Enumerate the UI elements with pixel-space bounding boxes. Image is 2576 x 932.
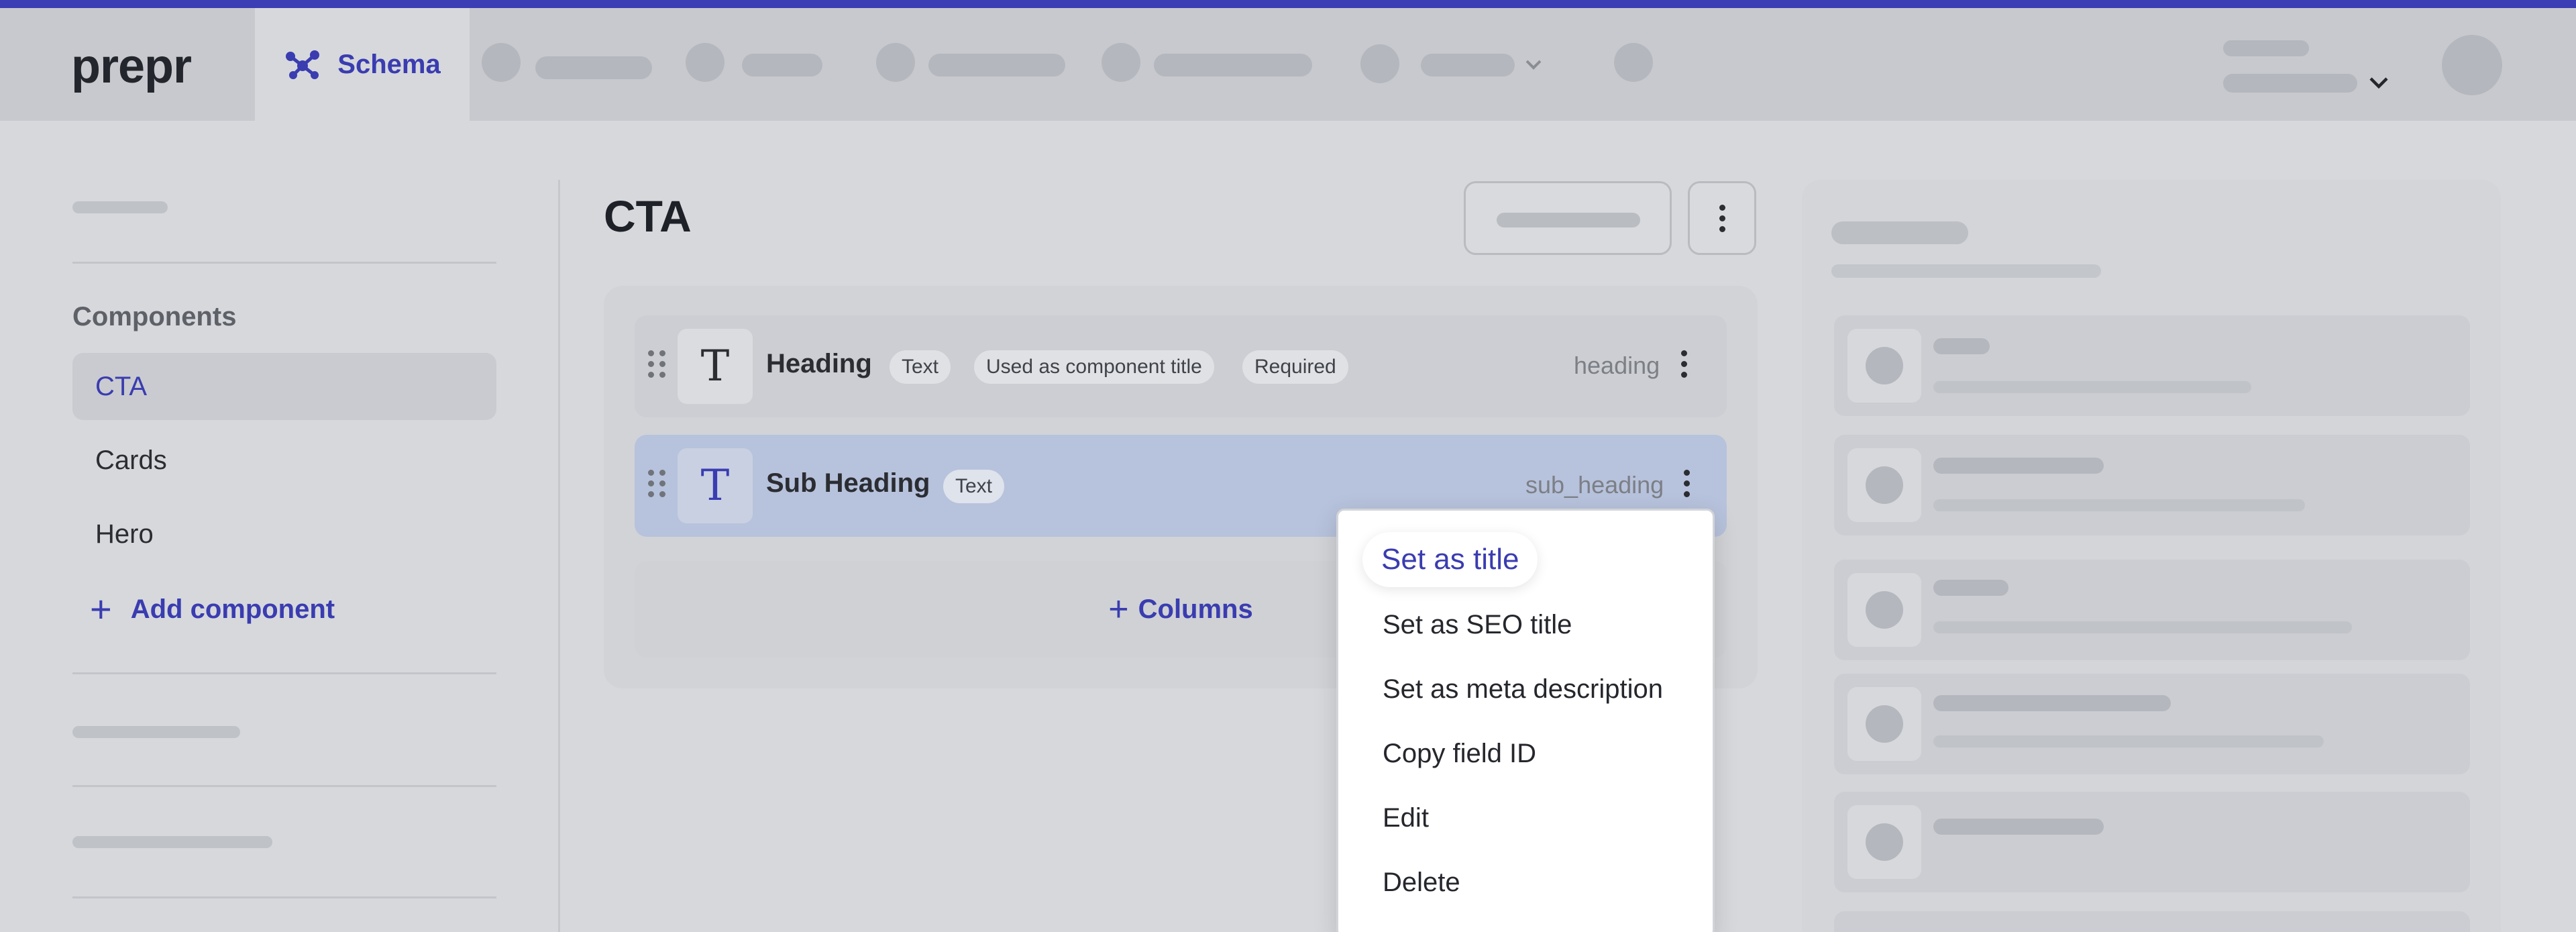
field-type-badge: Text xyxy=(890,350,951,384)
prepr-logo[interactable]: prepr xyxy=(71,39,192,94)
sidebar-item-hero[interactable]: Hero xyxy=(72,501,496,568)
item-placeholder xyxy=(1933,338,1990,354)
panel-placeholder xyxy=(1831,221,1968,244)
item-placeholder xyxy=(1933,381,2251,393)
divider xyxy=(72,262,496,264)
item-thumbnail xyxy=(1847,687,1921,761)
field-more-button[interactable] xyxy=(1684,470,1690,497)
user-placeholder xyxy=(2223,40,2309,56)
list-item[interactable] xyxy=(1834,560,2470,660)
page-title: CTA xyxy=(604,191,692,241)
nav-placeholder xyxy=(1154,54,1312,76)
chevron-down-icon[interactable] xyxy=(2368,75,2390,90)
sidebar-item-label: Hero xyxy=(95,519,154,549)
divider xyxy=(72,672,496,674)
nav-placeholder-icon xyxy=(1360,44,1399,83)
kebab-icon xyxy=(1681,350,1687,378)
sidebar-item-cards[interactable]: Cards xyxy=(72,427,496,494)
tab-schema[interactable]: Schema xyxy=(255,8,470,121)
item-thumbnail xyxy=(1847,573,1921,647)
item-placeholder xyxy=(1933,499,2305,511)
item-thumbnail xyxy=(1847,448,1921,522)
tab-schema-label: Schema xyxy=(337,49,441,79)
nav-placeholder xyxy=(535,56,652,79)
button-placeholder xyxy=(1497,213,1640,227)
nav-placeholder-icon xyxy=(686,43,724,82)
plus-icon: + xyxy=(90,588,112,630)
nav-placeholder xyxy=(928,54,1065,76)
field-badge-required: Required xyxy=(1242,350,1348,384)
panel-placeholder xyxy=(1831,264,2101,278)
text-type-icon: T xyxy=(678,329,753,404)
list-item[interactable] xyxy=(1834,792,2470,892)
avatar[interactable] xyxy=(2442,35,2502,95)
panel-divider xyxy=(558,180,560,932)
list-item[interactable] xyxy=(1834,315,2470,416)
divider xyxy=(72,785,496,787)
more-options-button[interactable] xyxy=(1688,181,1756,255)
list-item[interactable] xyxy=(1834,911,2470,932)
kebab-icon xyxy=(1684,470,1690,497)
nav-placeholder xyxy=(742,54,822,76)
top-accent-bar xyxy=(0,0,2576,8)
drag-handle-icon[interactable] xyxy=(648,350,666,378)
list-item[interactable] xyxy=(1834,674,2470,774)
sidebar-item-label: CTA xyxy=(95,371,148,401)
field-name: Sub Heading xyxy=(766,468,930,498)
field-name: Heading xyxy=(766,349,872,378)
field-row-heading[interactable]: T Heading Text Used as component title R… xyxy=(635,315,1727,417)
item-thumbnail xyxy=(1847,329,1921,403)
item-placeholder xyxy=(1933,695,2171,711)
list-item[interactable] xyxy=(1834,435,2470,535)
item-thumbnail xyxy=(1847,805,1921,879)
sidebar-item-cta[interactable]: CTA xyxy=(72,353,496,420)
menu-item-set-as-title[interactable]: Set as title xyxy=(1362,532,1538,587)
drag-handle-icon[interactable] xyxy=(648,470,666,497)
add-component-label: Add component xyxy=(130,594,335,624)
field-context-menu: Set as title Set as SEO title Set as met… xyxy=(1336,509,1715,932)
field-api-id: heading xyxy=(1574,352,1660,379)
item-placeholder xyxy=(1933,580,2008,596)
item-placeholder xyxy=(1933,621,2352,633)
nav-placeholder xyxy=(1421,54,1515,76)
text-type-icon: T xyxy=(678,448,753,523)
field-badge-title: Used as component title xyxy=(974,350,1214,384)
schema-network-icon xyxy=(286,50,320,79)
columns-label: Columns xyxy=(1138,594,1253,624)
sidebar-placeholder xyxy=(72,726,240,738)
add-component-button[interactable]: + Add component xyxy=(90,590,335,628)
field-more-button[interactable] xyxy=(1681,350,1687,378)
user-placeholder xyxy=(2223,74,2357,93)
item-placeholder xyxy=(1933,458,2104,474)
item-placeholder xyxy=(1933,819,2104,835)
nav-placeholder-icon xyxy=(482,43,521,82)
nav-placeholder-icon xyxy=(1614,43,1653,82)
divider xyxy=(72,896,496,898)
sidebar-item-label: Cards xyxy=(95,445,167,475)
chevron-down-icon[interactable] xyxy=(1524,58,1543,71)
menu-item-edit[interactable]: Edit xyxy=(1383,803,1429,833)
menu-item-set-as-meta-description[interactable]: Set as meta description xyxy=(1383,674,1663,705)
nav-placeholder-icon xyxy=(876,43,915,82)
menu-item-copy-field-id[interactable]: Copy field ID xyxy=(1383,739,1536,769)
primary-action-button[interactable] xyxy=(1464,181,1672,255)
sidebar-placeholder xyxy=(72,201,168,213)
menu-item-delete[interactable]: Delete xyxy=(1383,868,1460,898)
plus-icon: + xyxy=(1108,590,1129,629)
item-placeholder xyxy=(1933,735,2324,747)
field-api-id: sub_heading xyxy=(1525,471,1664,499)
field-type-badge: Text xyxy=(943,470,1005,503)
menu-item-set-as-seo-title[interactable]: Set as SEO title xyxy=(1383,610,1572,640)
nav-placeholder-icon xyxy=(1102,43,1140,82)
kebab-icon xyxy=(1719,204,1725,232)
components-heading: Components xyxy=(72,302,237,331)
sidebar-placeholder xyxy=(72,836,272,848)
